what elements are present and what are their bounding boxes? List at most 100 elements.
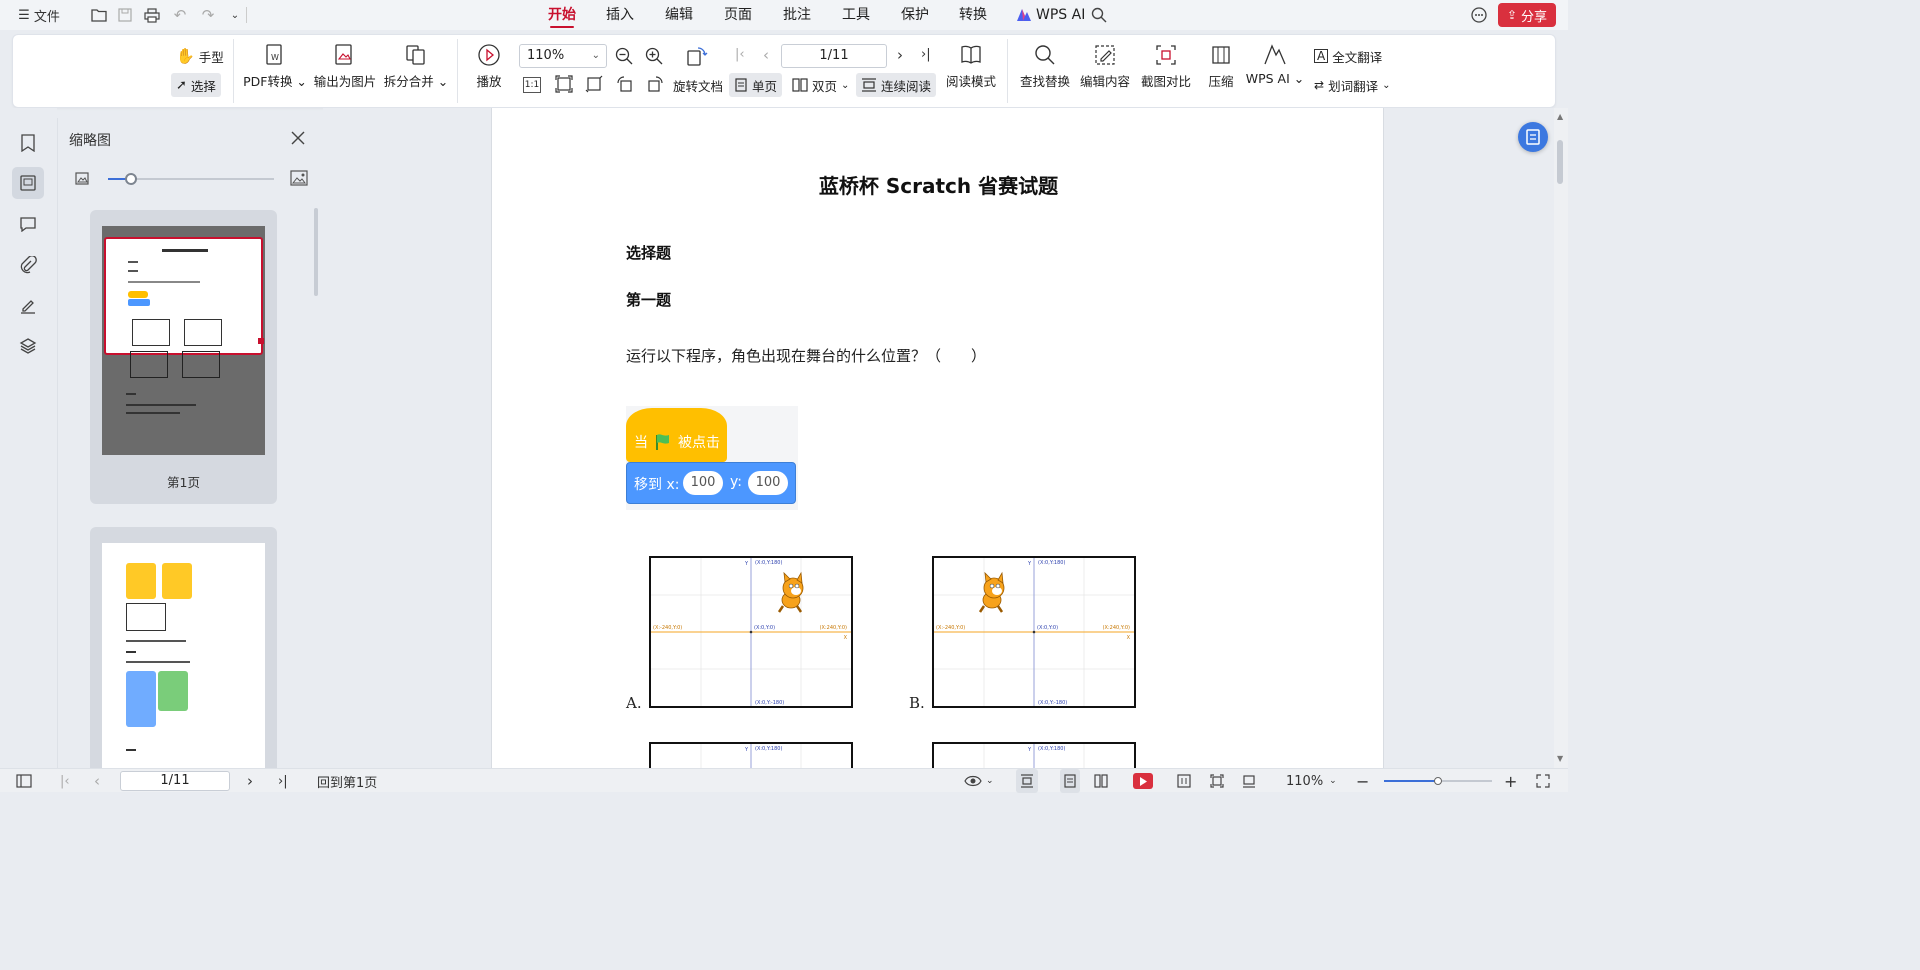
continuous-view-icon[interactable] bbox=[1016, 769, 1038, 793]
edit-content-button[interactable]: 编辑内容 bbox=[1077, 43, 1133, 90]
single-page-view-icon[interactable] bbox=[1060, 769, 1080, 793]
left-sidebar-rail bbox=[0, 108, 57, 768]
tab-edit[interactable]: 编辑 bbox=[665, 0, 693, 30]
slider-knob[interactable] bbox=[1434, 777, 1442, 785]
thumbnail-card-page-2[interactable] bbox=[90, 527, 277, 787]
prev-page-icon[interactable]: ‹ bbox=[763, 46, 769, 64]
zoom-select[interactable]: 110% ⌄ bbox=[519, 44, 607, 68]
close-icon[interactable] bbox=[290, 130, 306, 146]
cloud-sync-icon[interactable] bbox=[1470, 7, 1488, 27]
tab-protect[interactable]: 保护 bbox=[901, 0, 929, 30]
document-scrollbar[interactable]: ▲ ▼ bbox=[1554, 108, 1568, 768]
tab-insert[interactable]: 插入 bbox=[606, 0, 634, 30]
pdf-convert-button[interactable]: W PDF转换 ⌄ bbox=[243, 43, 307, 90]
file-menu-button[interactable]: ☰ 文件 bbox=[14, 0, 64, 30]
slider-knob[interactable] bbox=[125, 173, 138, 185]
next-page-icon[interactable]: › bbox=[247, 769, 253, 793]
thumbnail-scrollbar[interactable] bbox=[314, 208, 318, 296]
compress-button[interactable]: 压缩 bbox=[1203, 43, 1239, 90]
bookmark-icon[interactable] bbox=[12, 127, 44, 159]
search-icon[interactable] bbox=[1091, 0, 1107, 30]
zoom-level-select[interactable]: 110% ⌄ bbox=[1286, 769, 1337, 793]
tab-annotate[interactable]: 批注 bbox=[783, 0, 811, 30]
open-folder-icon[interactable] bbox=[86, 0, 112, 30]
thumbnail-panel-title: 缩略图 bbox=[69, 133, 111, 149]
next-page-icon[interactable]: › bbox=[897, 46, 903, 64]
scroll-up-icon[interactable]: ▲ bbox=[1557, 112, 1563, 121]
tab-tools[interactable]: 工具 bbox=[842, 0, 870, 30]
double-page-button[interactable]: 双页 ⌄ bbox=[787, 73, 854, 97]
tab-convert[interactable]: 转换 bbox=[959, 0, 987, 30]
rotate-page-icon[interactable] bbox=[685, 45, 709, 71]
prev-page-icon[interactable]: ‹ bbox=[94, 769, 100, 793]
save-icon[interactable] bbox=[112, 0, 138, 30]
status-page-input[interactable]: 1/11 bbox=[120, 771, 230, 791]
rotate-left-icon[interactable] bbox=[616, 75, 634, 93]
thumbnail-size-slider[interactable] bbox=[108, 173, 274, 185]
wps-ai-ribbon-button[interactable]: WPS AI ⌄ bbox=[1246, 43, 1304, 86]
first-page-icon[interactable]: |‹ bbox=[60, 769, 70, 793]
redo-icon[interactable]: ↷ bbox=[194, 0, 222, 30]
thumbnail-page-2[interactable] bbox=[102, 543, 265, 783]
double-page-view-icon[interactable] bbox=[1094, 769, 1108, 793]
wps-ai-tab[interactable]: WPS AI bbox=[1016, 0, 1085, 30]
last-page-icon[interactable]: ›| bbox=[921, 47, 931, 62]
zoom-slider[interactable] bbox=[1384, 777, 1492, 785]
zoom-out-icon[interactable]: − bbox=[1356, 769, 1369, 793]
play-button[interactable]: 播放 bbox=[473, 43, 505, 90]
toggle-sidebar-icon[interactable] bbox=[16, 769, 32, 793]
quick-access-dropdown-icon[interactable]: ⌄ bbox=[222, 0, 248, 30]
attachment-icon[interactable] bbox=[12, 249, 44, 281]
large-image-icon[interactable] bbox=[290, 170, 308, 186]
play-slideshow-icon[interactable] bbox=[1133, 769, 1153, 793]
stage-label-y: Y bbox=[1027, 561, 1032, 567]
split-merge-button[interactable]: 拆分合并 ⌄ bbox=[383, 43, 449, 90]
zoom-in-icon[interactable]: + bbox=[1504, 769, 1517, 793]
rotate-right-icon[interactable] bbox=[646, 75, 664, 93]
scroll-down-icon[interactable]: ▼ bbox=[1557, 754, 1563, 763]
full-translate-button[interactable]: A 全文翻译 bbox=[1309, 44, 1387, 68]
single-page-button[interactable]: 单页 bbox=[729, 73, 783, 97]
export-image-button[interactable]: 输出为图片 bbox=[313, 43, 377, 90]
scrollbar-thumb[interactable] bbox=[1557, 140, 1563, 184]
thumbnail-resize-handle[interactable] bbox=[258, 338, 264, 344]
hand-tool-button[interactable]: ✋ 手型 bbox=[171, 44, 229, 68]
page-number-input[interactable]: 1/11 bbox=[781, 44, 887, 68]
thumbnail-card-page-1[interactable]: 第1页 bbox=[90, 210, 277, 504]
undo-icon[interactable]: ↶ bbox=[166, 0, 194, 30]
fit-page-icon[interactable] bbox=[1210, 769, 1224, 793]
tab-start[interactable]: 开始 bbox=[548, 0, 576, 30]
layers-icon[interactable] bbox=[12, 330, 44, 362]
share-button[interactable]: ⇪ 分享 bbox=[1498, 3, 1556, 27]
fit-width-icon[interactable] bbox=[585, 75, 603, 93]
signature-icon[interactable] bbox=[12, 290, 44, 322]
comment-icon[interactable] bbox=[12, 208, 44, 240]
zoom-in-icon[interactable] bbox=[645, 47, 663, 65]
fullscreen-icon[interactable] bbox=[1536, 769, 1550, 793]
fit-width-icon[interactable] bbox=[1242, 769, 1256, 793]
rotate-document-button[interactable]: 旋转文档 bbox=[668, 73, 728, 97]
reading-mode-button[interactable]: 阅读模式 bbox=[943, 43, 999, 90]
tab-page[interactable]: 页面 bbox=[724, 0, 752, 30]
back-to-first-page-link[interactable]: 回到第1页 bbox=[317, 769, 377, 793]
word-translate-button[interactable]: ⇄ 划词翻译 ⌄ bbox=[1309, 73, 1395, 97]
thumbnail-page-1[interactable] bbox=[102, 226, 265, 455]
select-tool-button[interactable]: ➚ 选择 bbox=[171, 73, 221, 97]
actual-size-button[interactable]: 1:1 bbox=[523, 77, 541, 93]
first-page-icon[interactable]: |‹ bbox=[735, 47, 745, 62]
fit-page-icon[interactable] bbox=[555, 75, 573, 93]
ribbon-toolbar: ✋ 手型 ➚ 选择 W PDF转换 ⌄ 输出为图片 拆分合并 ⌄ 播放 110%… bbox=[12, 34, 1556, 108]
screenshot-compare-button[interactable]: 截图对比 bbox=[1138, 43, 1194, 90]
goto-xy-block: 移到 x: 100 y: 100 bbox=[626, 462, 796, 504]
find-replace-button[interactable]: 查找替换 bbox=[1017, 43, 1073, 90]
print-icon[interactable] bbox=[138, 0, 166, 30]
actual-size-icon[interactable] bbox=[1177, 769, 1191, 793]
thumbnail-icon[interactable] bbox=[12, 167, 44, 199]
zoom-out-icon[interactable] bbox=[615, 47, 633, 65]
last-page-icon[interactable]: ›| bbox=[278, 769, 288, 793]
scratch-code-image: 当 被点击 移到 x: 100 y: 100 bbox=[626, 406, 798, 510]
continuous-reading-button[interactable]: 连续阅读 bbox=[856, 73, 937, 97]
floating-convert-button[interactable] bbox=[1518, 122, 1548, 152]
eye-protection-icon[interactable]: ⌄ bbox=[964, 769, 994, 793]
small-image-icon[interactable] bbox=[75, 172, 89, 185]
